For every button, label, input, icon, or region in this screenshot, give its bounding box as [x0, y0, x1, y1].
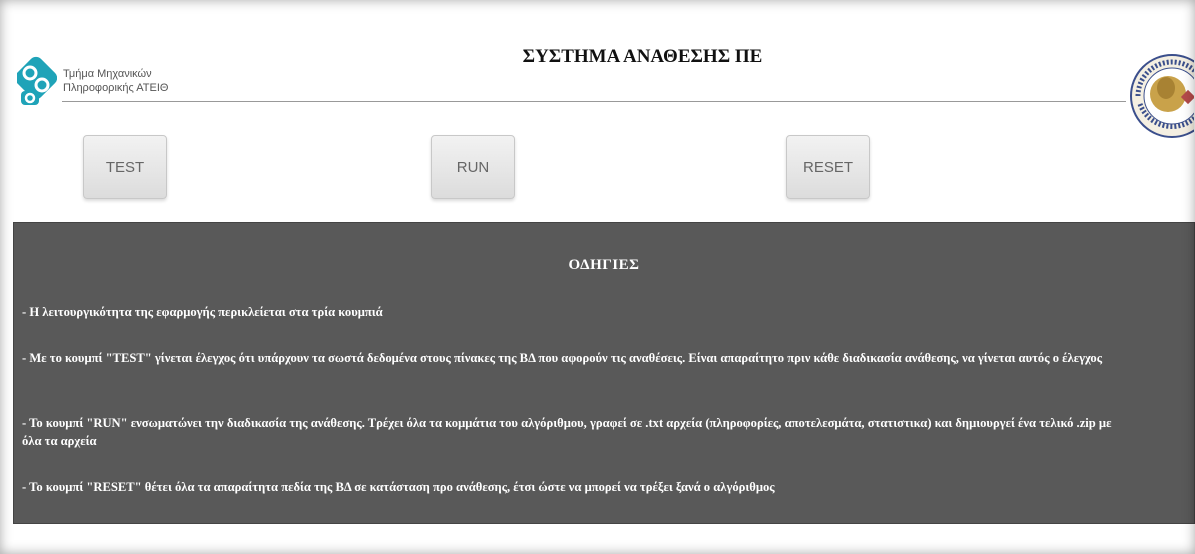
instruction-item: - Το κουμπί "RUN" ενσωματώνει την διαδικ… — [22, 416, 1112, 448]
department-line2: Πληροφορικής ΑΤΕΙΘ — [63, 82, 169, 94]
department-name: Τμήμα Μηχανικών Πληροφορικής ΑΤΕΙΘ — [63, 67, 168, 95]
run-button[interactable]: RUN — [431, 135, 515, 199]
instructions-heading: ΟΔΗΓΙΕΣ — [568, 257, 640, 273]
page-title: ΣΥΣΤΗΜΑ ΑΝΑΘΕΣΗΣ ΠΕ — [522, 46, 763, 67]
university-seal-icon — [1130, 54, 1194, 138]
instructions-panel: ΟΔΗΓΙΕΣ - Η λειτουργικότητα της εφαρμογή… — [13, 222, 1195, 524]
header-divider — [62, 101, 1126, 102]
department-line1: Τμήμα Μηχανικών — [63, 68, 152, 80]
test-button[interactable]: TEST — [83, 135, 167, 199]
instruction-item: - Το κουμπί "RESET" θέτει όλα τα απαραίτ… — [22, 480, 775, 494]
reset-button[interactable]: RESET — [786, 135, 870, 199]
instruction-item: - Η λειτουργικότητα της εφαρμογής περικλ… — [22, 305, 383, 319]
instruction-item: - Με το κουμπί "TEST" γίνεται έλεγχος ότ… — [22, 351, 1103, 365]
